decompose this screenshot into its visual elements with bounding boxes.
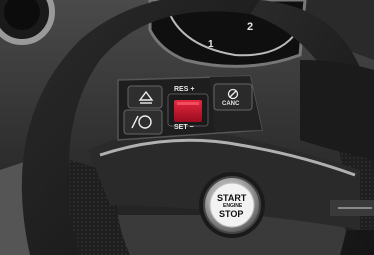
cluster-number-1: 1 [208, 39, 214, 50]
start-label: START [217, 193, 247, 203]
adaptive-cruise-distance-icon[interactable] [127, 85, 163, 109]
left-gauge-ring [0, 0, 55, 45]
cruise-selector[interactable] [167, 93, 209, 127]
res-plus-label: RES + [174, 86, 195, 93]
speed-limiter-icon[interactable] [123, 109, 163, 135]
cancel-label: CANC [222, 101, 240, 107]
cluster-number-2: 2 [247, 21, 254, 33]
stop-label: STOP [219, 209, 244, 219]
right-trim-badge [330, 200, 374, 216]
photo-scene: RES + SET − CANC START ENGINE STOP 2 1 [0, 0, 374, 255]
set-minus-label: SET − [174, 124, 194, 131]
